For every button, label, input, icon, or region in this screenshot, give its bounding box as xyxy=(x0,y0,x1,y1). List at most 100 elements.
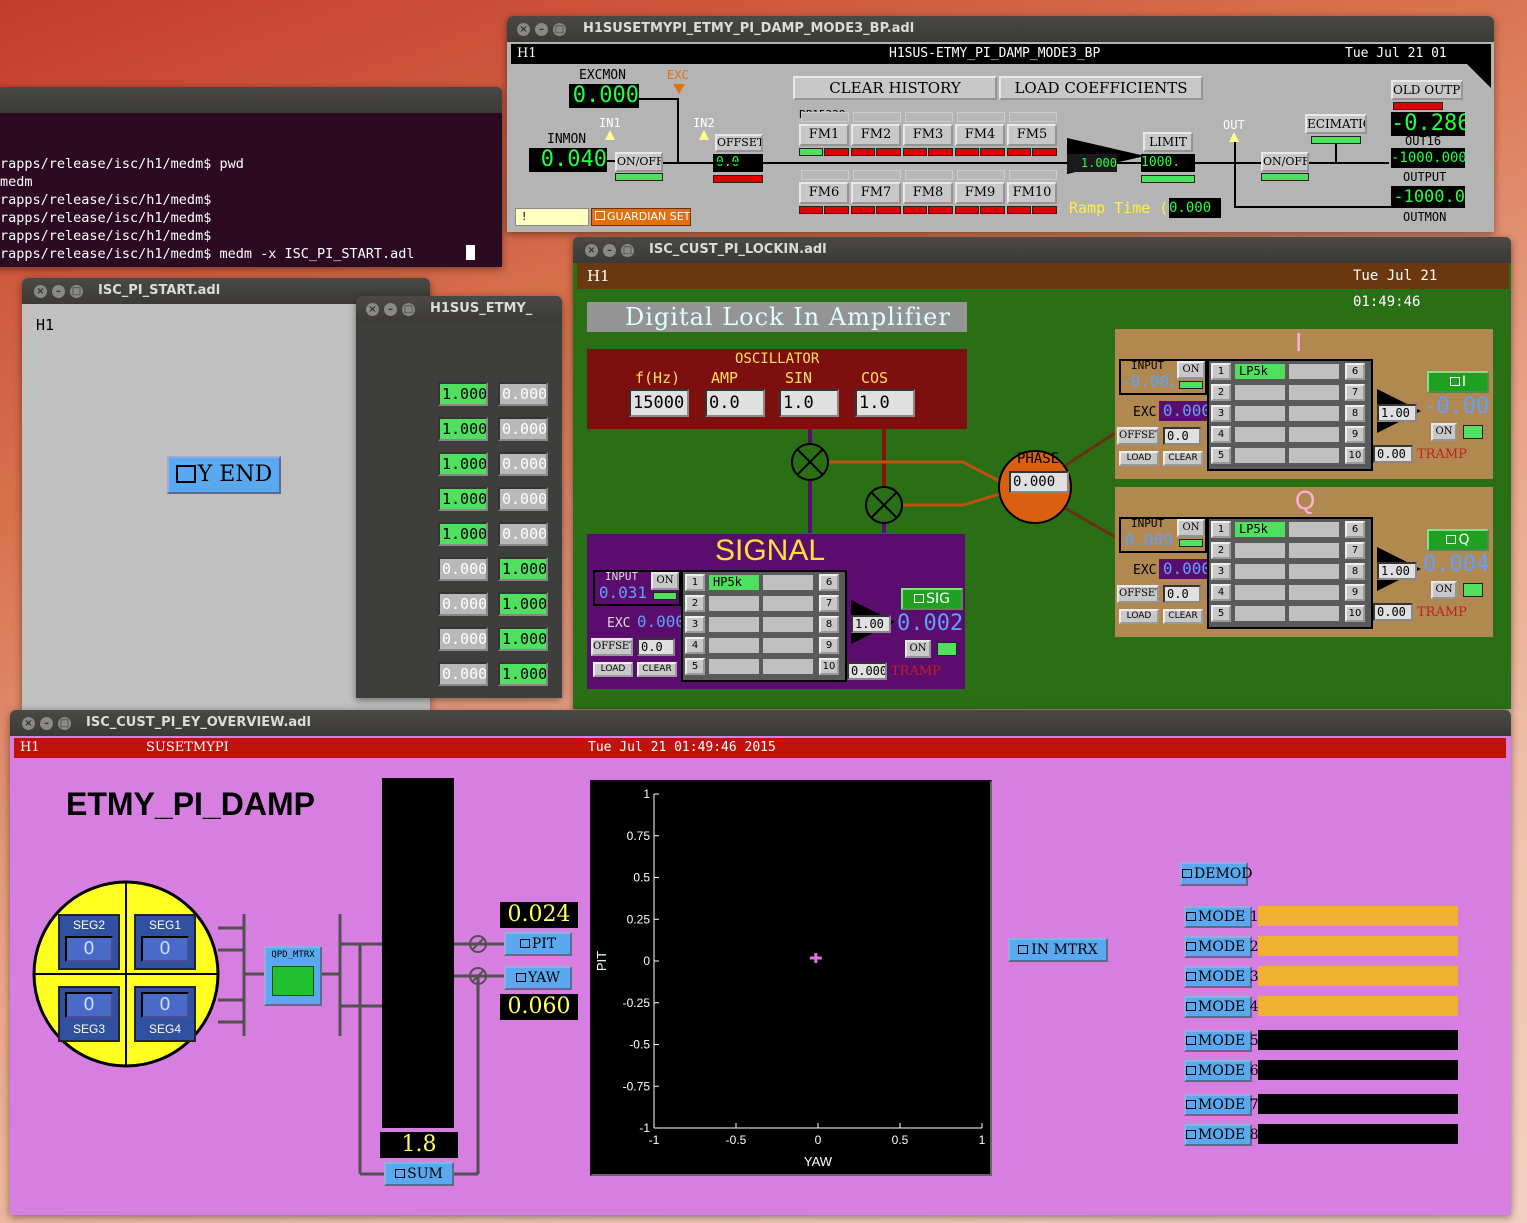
filter-slot[interactable] xyxy=(709,617,759,632)
load-button[interactable]: LOAD xyxy=(1119,451,1159,466)
matrix-entry[interactable]: 0.000 xyxy=(438,592,488,616)
offset-input[interactable]: 0.0 xyxy=(1163,427,1201,445)
qpd-matrix-button[interactable]: QPD_MTRX xyxy=(264,946,322,1006)
output-onoff-button[interactable]: ON/OFF xyxy=(1261,152,1309,172)
matrix-entry[interactable]: 1.000 xyxy=(498,592,548,616)
mode-button-3[interactable]: MODE 3 xyxy=(1184,966,1259,988)
close-icon[interactable]: × xyxy=(366,303,379,316)
filter-slot[interactable] xyxy=(709,638,759,653)
offset-button[interactable]: OFFSET xyxy=(591,638,633,656)
filter-slot[interactable] xyxy=(1289,427,1339,442)
filter-slot[interactable] xyxy=(763,638,813,653)
offset-input[interactable]: 0.0 xyxy=(637,638,675,656)
input-on-button[interactable]: ON xyxy=(651,572,679,590)
etmy-titlebar[interactable]: × – □ H1SUS_ETMY_ xyxy=(356,296,562,322)
filter-num-button[interactable]: 6 xyxy=(1345,363,1365,380)
filter-num-button[interactable]: 3 xyxy=(1211,405,1231,422)
filter-num-button[interactable]: 4 xyxy=(1211,584,1231,601)
clear-button[interactable]: CLEAR xyxy=(637,662,677,677)
filter-slot[interactable] xyxy=(763,617,813,632)
seg-button[interactable]: SEG1 0 xyxy=(134,914,196,970)
output-on-button[interactable]: ON xyxy=(905,640,931,658)
terminal-window[interactable]: rapps/release/isc/h1/medm$ pwd medm rapps/… xyxy=(0,87,502,267)
filter-num-button[interactable]: 5 xyxy=(1211,447,1231,464)
demod-button[interactable]: DEMOD xyxy=(1180,862,1252,886)
matrix-entry[interactable]: 1.000 xyxy=(438,382,488,406)
fm-button-5[interactable]: FM10 xyxy=(1007,182,1057,204)
osc-input[interactable]: 1.0 xyxy=(855,389,915,417)
clear-button[interactable]: CLEAR xyxy=(1163,451,1203,466)
fm-button-2[interactable]: FM7 xyxy=(851,182,901,204)
tramp-input[interactable]: 0.00 xyxy=(1373,445,1413,463)
output-on-button[interactable]: ON xyxy=(1431,581,1457,599)
overview-window[interactable]: × – □ ISC_CUST_PI_EY_OVERVIEW.adl H1 SUS… xyxy=(10,710,1511,1215)
filter-slot[interactable]: LP5k xyxy=(1235,522,1285,537)
filter-slot[interactable] xyxy=(1289,606,1339,621)
matrix-entry[interactable]: 0.000 xyxy=(498,522,548,546)
in-mtrx-button[interactable]: IN MTRX xyxy=(1008,938,1108,962)
fm-button-3[interactable]: FM3 xyxy=(903,124,953,146)
filter-slot[interactable] xyxy=(763,596,813,611)
osc-input[interactable]: 15000 xyxy=(629,389,689,417)
filter-slot[interactable]: LP5k xyxy=(1235,364,1285,379)
filter-num-button[interactable]: 2 xyxy=(685,595,705,612)
filter-slot[interactable] xyxy=(1289,522,1339,537)
filter-slot[interactable] xyxy=(1289,385,1339,400)
sum-button[interactable]: SUM xyxy=(384,1162,454,1186)
filter-slot[interactable] xyxy=(1235,385,1285,400)
matrix-entry[interactable]: 1.000 xyxy=(498,662,548,686)
matrix-entry[interactable]: 1.000 xyxy=(438,522,488,546)
ramp-time-value[interactable]: 0.000 xyxy=(1169,198,1221,218)
filter-num-button[interactable]: 1 xyxy=(1211,521,1231,538)
bp-titlebar[interactable]: × – □ H1SUSETMYPI_ETMY_PI_DAMP_MODE3_BP.… xyxy=(507,16,1494,42)
matrix-entry[interactable]: 0.000 xyxy=(438,627,488,651)
limit-value[interactable]: 1000. xyxy=(1141,154,1195,172)
filter-slot[interactable] xyxy=(763,659,813,674)
guardian-set-button[interactable]: GUARDIAN SET xyxy=(591,208,691,226)
minimize-icon[interactable]: – xyxy=(384,303,397,316)
filter-num-button[interactable]: 10 xyxy=(1345,605,1365,622)
filter-slot[interactable] xyxy=(1235,606,1285,621)
filter-num-button[interactable]: 3 xyxy=(685,616,705,633)
fm-button-4[interactable]: FM4 xyxy=(955,124,1005,146)
filter-slot[interactable] xyxy=(763,575,813,590)
etmy-matrix-window[interactable]: × – □ H1SUS_ETMY_ 1.000 0.000 1.000 0.000 1.… xyxy=(356,296,562,698)
seg-button[interactable]: 0 SEG3 xyxy=(58,986,120,1042)
output-button[interactable]: Q xyxy=(1427,529,1489,551)
fm-button-2[interactable]: FM2 xyxy=(851,124,901,146)
filter-num-button[interactable]: 5 xyxy=(685,658,705,675)
osc-input[interactable]: 1.0 xyxy=(779,389,839,417)
matrix-entry[interactable]: 0.000 xyxy=(498,487,548,511)
filter-num-button[interactable]: 10 xyxy=(1345,447,1365,464)
filter-num-button[interactable]: 9 xyxy=(1345,584,1365,601)
load-button[interactable]: LOAD xyxy=(593,662,633,677)
terminal-output[interactable]: rapps/release/isc/h1/medm$ pwd medm rapps/… xyxy=(0,155,475,263)
seg-button[interactable]: SEG2 0 xyxy=(58,914,120,970)
minimize-icon[interactable]: – xyxy=(535,23,548,36)
clear-button[interactable]: CLEAR xyxy=(1163,609,1203,624)
output-button[interactable]: I xyxy=(1427,371,1489,393)
terminal-titlebar[interactable] xyxy=(0,87,502,113)
offset-input[interactable]: 0.0 xyxy=(1163,585,1201,603)
minimize-icon[interactable]: – xyxy=(52,285,65,298)
gain-input[interactable]: 1.00 xyxy=(1377,562,1417,580)
filter-num-button[interactable]: 8 xyxy=(1345,563,1365,580)
mode-button-8[interactable]: MODE 8 xyxy=(1184,1124,1259,1146)
clear-history-button[interactable]: CLEAR HISTORY xyxy=(793,76,997,100)
fm-button-3[interactable]: FM8 xyxy=(903,182,953,204)
filter-num-button[interactable]: 4 xyxy=(1211,426,1231,443)
filter-slot[interactable] xyxy=(1235,543,1285,558)
output-button[interactable]: SIG xyxy=(901,588,963,610)
output-on-button[interactable]: ON xyxy=(1431,423,1457,441)
fm-button-5[interactable]: FM5 xyxy=(1007,124,1057,146)
load-button[interactable]: LOAD xyxy=(1119,609,1159,624)
maximize-icon[interactable]: □ xyxy=(402,303,415,316)
fm-button-4[interactable]: FM9 xyxy=(955,182,1005,204)
pit-button[interactable]: PIT xyxy=(504,932,572,956)
filter-num-button[interactable]: 8 xyxy=(819,616,839,633)
filter-slot[interactable] xyxy=(1289,448,1339,463)
filter-slot[interactable] xyxy=(1235,564,1285,579)
filter-slot[interactable] xyxy=(709,659,759,674)
bp-filter-window[interactable]: × – □ H1SUSETMYPI_ETMY_PI_DAMP_MODE3_BP.… xyxy=(507,16,1494,232)
mode-button-7[interactable]: MODE 7 xyxy=(1184,1094,1259,1116)
